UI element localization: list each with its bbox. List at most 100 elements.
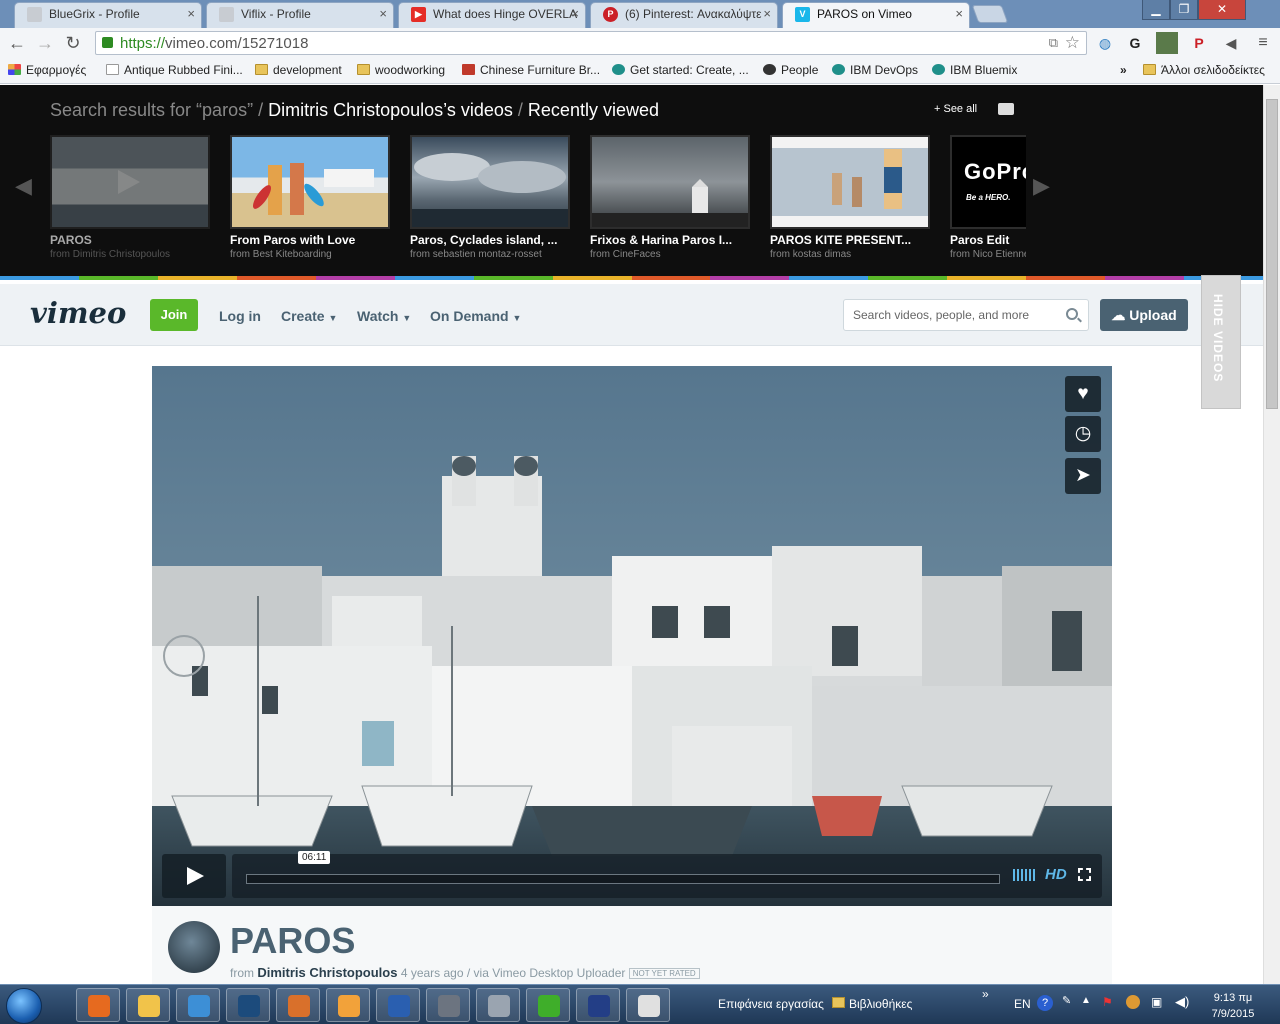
video-thumbnail[interactable]: GoPro Be a HERO. <box>950 135 1026 229</box>
recent-video-card[interactable]: PAROS KITE PRESENT... from kostas dimas <box>770 135 930 260</box>
watch-menu[interactable]: Watch ▼ <box>357 308 411 324</box>
bookmark-item[interactable]: Chinese Furniture Br... <box>462 63 600 77</box>
video-title[interactable]: PAROS <box>50 233 210 247</box>
create-menu[interactable]: Create ▼ <box>281 308 337 324</box>
breadcrumb-recent[interactable]: Recently viewed <box>528 100 659 120</box>
window-close-button[interactable]: ✕ <box>1198 0 1246 20</box>
recent-video-card[interactable]: Frixos & Harina Paros I... from CineFace… <box>590 135 750 260</box>
upload-button[interactable]: ☁ Upload <box>1100 299 1188 331</box>
volume-bars-icon[interactable] <box>1013 869 1037 881</box>
reload-button[interactable]: ↻ <box>62 32 84 54</box>
vimeo-logo[interactable]: vimeo <box>30 296 126 330</box>
tray-expand-icon[interactable]: ▲ <box>1081 995 1091 1006</box>
avatar[interactable] <box>168 921 220 973</box>
libraries-toolbar[interactable]: Βιβλιοθήκες <box>832 997 912 1011</box>
arrow-left-icon[interactable]: ◀ <box>15 173 32 199</box>
progress-track[interactable] <box>246 874 1000 884</box>
video-author[interactable]: from sebastien montaz-rosset <box>410 249 570 260</box>
bookmark-apps[interactable]: Εφαρμογές <box>8 63 86 77</box>
other-bookmarks[interactable]: Άλλοι σελιδοδείκτες <box>1143 63 1265 77</box>
video-author[interactable]: from CineFaces <box>590 249 750 260</box>
close-icon[interactable]: × <box>187 3 195 25</box>
extension-grammarly-icon[interactable]: G <box>1124 32 1146 54</box>
taskbar-app-button[interactable] <box>126 988 170 1022</box>
video-author[interactable]: from Nico Etienne <box>950 249 1026 260</box>
taskbar-app-button[interactable] <box>226 988 270 1022</box>
video-author[interactable]: from Best Kiteboarding <box>230 249 390 260</box>
minimize-button[interactable]: ▁ <box>1142 0 1170 20</box>
tab-pinterest[interactable]: P (6) Pinterest: Ανακαλύψτε × <box>590 2 778 28</box>
watch-later-clock-icon[interactable]: ◷ <box>1065 416 1101 452</box>
bookmarks-overflow[interactable]: » <box>1120 63 1127 77</box>
search-icon[interactable] <box>1066 308 1078 320</box>
taskbar-app-button[interactable] <box>476 988 520 1022</box>
video-player[interactable]: ♥ ◷ ➤ 06:11 HD <box>152 366 1112 906</box>
toolbar-overflow[interactable]: » <box>982 987 989 1001</box>
tab-bluegrix[interactable]: BlueGrix - Profile × <box>14 2 202 28</box>
hide-videos-tab[interactable]: HIDE VIDEOS <box>1201 275 1241 409</box>
help-icon[interactable]: ? <box>1037 995 1053 1011</box>
star-icon[interactable]: ☆ <box>1065 33 1080 53</box>
recent-video-card[interactable]: From Paros with Love from Best Kiteboard… <box>230 135 390 260</box>
back-button[interactable]: ← <box>6 32 28 54</box>
close-icon[interactable]: × <box>763 3 771 25</box>
taskbar-app-button[interactable] <box>526 988 570 1022</box>
close-icon[interactable]: × <box>571 3 579 25</box>
new-tab-button[interactable] <box>971 5 1009 23</box>
on-demand-menu[interactable]: On Demand ▼ <box>430 308 521 324</box>
address-bar[interactable]: https://vimeo.com/15271018 ⧉ ☆ <box>95 31 1087 55</box>
bookmark-folder[interactable]: development <box>255 63 342 77</box>
cart-icon[interactable] <box>998 103 1014 115</box>
taskbar-app-button[interactable] <box>326 988 370 1022</box>
taskbar-app-button[interactable] <box>426 988 470 1022</box>
close-icon[interactable]: × <box>379 3 387 25</box>
recent-video-card[interactable]: GoPro Be a HERO. Paros Edit from Nico Et… <box>950 135 1026 260</box>
bookmark-folder[interactable]: woodworking <box>357 63 445 77</box>
video-author[interactable]: from kostas dimas <box>770 249 930 260</box>
action-center-icon[interactable]: ⚑ <box>1102 995 1113 1009</box>
video-thumbnail[interactable] <box>50 135 210 229</box>
extension-photo-icon[interactable] <box>1156 32 1178 54</box>
video-title[interactable]: Paros Edit <box>950 233 1026 247</box>
breadcrumb-user-videos[interactable]: Dimitris Christopoulos’s videos <box>268 100 513 120</box>
scrollbar-thumb[interactable] <box>1266 99 1278 409</box>
hd-toggle[interactable]: HD <box>1045 866 1067 883</box>
extension-speaker-icon[interactable]: ◀ <box>1220 32 1242 54</box>
page-scrollbar[interactable] <box>1263 85 1280 984</box>
close-icon[interactable]: × <box>955 3 963 25</box>
like-heart-icon[interactable]: ♥ <box>1065 376 1101 412</box>
video-title[interactable]: Frixos & Harina Paros I... <box>590 233 750 247</box>
see-all-link[interactable]: + See all <box>934 103 977 115</box>
antivirus-icon[interactable] <box>1126 995 1140 1009</box>
tab-viflix[interactable]: Viflix - Profile × <box>206 2 394 28</box>
taskbar-app-button[interactable] <box>276 988 320 1022</box>
video-title[interactable]: From Paros with Love <box>230 233 390 247</box>
arrow-right-icon[interactable]: ▶ <box>1033 173 1050 199</box>
pinterest-icon[interactable]: P <box>1188 32 1210 54</box>
video-thumbnail[interactable] <box>410 135 570 229</box>
bookmark-item[interactable]: Get started: Create, ... <box>612 63 749 77</box>
taskbar-app-button[interactable] <box>176 988 220 1022</box>
network-icon[interactable]: ▣ <box>1151 995 1162 1009</box>
start-button[interactable] <box>6 988 42 1024</box>
menu-icon[interactable]: ≡ <box>1252 32 1274 54</box>
bookmark-item[interactable]: People <box>763 63 818 77</box>
taskbar-app-button[interactable] <box>376 988 420 1022</box>
language-indicator[interactable]: EN <box>1014 997 1031 1011</box>
tab-youtube[interactable]: ▶ What does Hinge OVERLA × <box>398 2 586 28</box>
video-title[interactable]: Paros, Cyclades island, ... <box>410 233 570 247</box>
video-title[interactable]: PAROS KITE PRESENT... <box>770 233 930 247</box>
share-paper-plane-icon[interactable]: ➤ <box>1065 458 1101 494</box>
forward-button[interactable]: → <box>34 32 56 54</box>
volume-icon[interactable]: ◀) <box>1175 994 1189 1010</box>
join-button[interactable]: Join <box>150 299 198 331</box>
author-link[interactable]: Dimitris Christopoulos <box>257 965 397 980</box>
video-thumbnail[interactable] <box>590 135 750 229</box>
video-thumbnail[interactable] <box>230 135 390 229</box>
keyboard-icon[interactable]: ✎ <box>1062 994 1071 1007</box>
fullscreen-icon[interactable] <box>1078 868 1091 881</box>
system-clock[interactable]: 9:13 πμ 7/9/2015 <box>1198 990 1268 1022</box>
translate-icon[interactable]: ⧉ <box>1049 35 1058 51</box>
video-author[interactable]: from Dimitris Christopoulos <box>50 249 210 260</box>
tab-vimeo[interactable]: V PAROS on Vimeo × <box>782 2 970 28</box>
